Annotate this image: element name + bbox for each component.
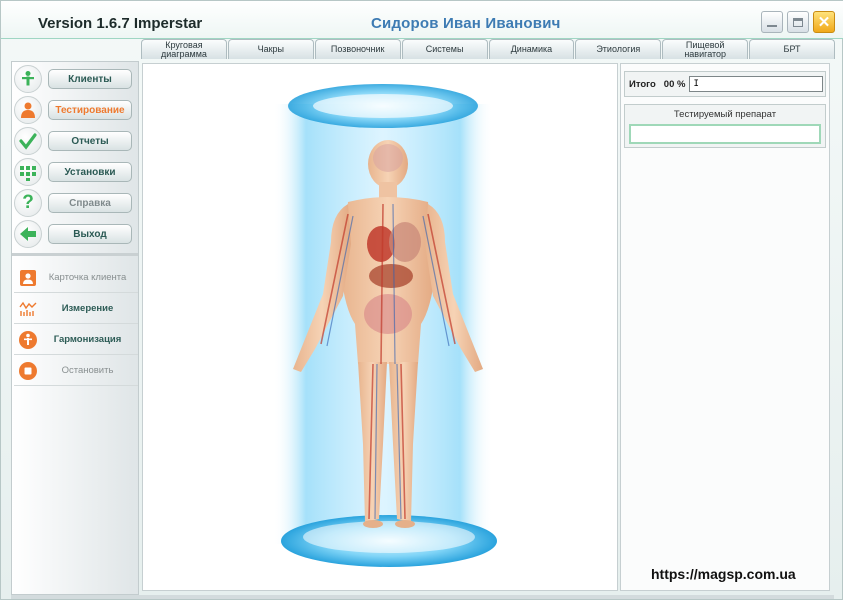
checkmark-icon [14, 127, 42, 155]
nav-row-help: ? Справка [14, 188, 138, 218]
nav-row-testing: Тестирование [14, 95, 138, 125]
action-measurement[interactable]: Измерение [14, 294, 138, 324]
app-version: Version 1.6.7 Imperstar [38, 15, 203, 32]
tab-circular-diagram[interactable]: Круговая диаграмма [141, 39, 227, 59]
app-window: Version 1.6.7 Imperstar Сидоров Иван Ива… [0, 0, 843, 600]
clients-button[interactable]: Клиенты [48, 69, 132, 89]
total-field[interactable]: I [689, 76, 824, 92]
tested-drug-label: Тестируемый препарат [673, 109, 777, 120]
client-card-icon [19, 269, 37, 287]
settings-button[interactable]: Установки [48, 162, 132, 182]
total-percent: 00 % [663, 78, 686, 90]
measurement-icon [19, 300, 37, 318]
left-sidebar: Клиенты Тестирование Отчеты Установки ? … [11, 61, 139, 595]
right-panel: Итого 00 % I Тестируемый препарат [620, 63, 830, 591]
minimize-button[interactable] [761, 11, 783, 33]
tab-dynamics[interactable]: Динамика [488, 39, 575, 59]
tested-drug-field[interactable] [629, 124, 821, 144]
arrow-left-icon [14, 220, 42, 248]
action-client-card[interactable]: Карточка клиента [14, 263, 138, 293]
action-stop[interactable]: Остановить [14, 356, 138, 386]
tab-brt[interactable]: БРТ [749, 39, 835, 59]
reports-button[interactable]: Отчеты [48, 131, 132, 151]
exit-button[interactable]: Выход [48, 224, 132, 244]
watermark-url: https://magsp.com.ua [651, 566, 796, 582]
patient-name: Сидоров Иван Иванович [371, 15, 561, 32]
testing-button[interactable]: Тестирование [48, 100, 132, 120]
title-bar: Version 1.6.7 Imperstar Сидоров Иван Ива… [1, 1, 843, 39]
sidebar-divider [12, 253, 138, 256]
tab-systems[interactable]: Системы [401, 39, 488, 59]
harmonize-icon [19, 330, 37, 349]
harmonization-label: Гармонизация [53, 334, 122, 345]
client-card-label: Карточка клиента [48, 272, 127, 283]
nav-row-clients: Клиенты [14, 64, 138, 94]
restore-icon [793, 17, 803, 27]
measurement-label: Измерение [61, 303, 114, 314]
total-row: Итого 00 % I [624, 71, 826, 97]
tested-drug-box: Тестируемый препарат [624, 104, 826, 148]
nav-row-settings: Установки [14, 157, 138, 187]
person-icon [14, 65, 42, 93]
user-test-icon [14, 96, 42, 124]
close-button[interactable]: ✕ [813, 11, 835, 33]
nav-row-reports: Отчеты [14, 126, 138, 156]
grid-settings-icon [14, 158, 42, 186]
question-icon: ? [14, 189, 42, 217]
total-label: Итого [629, 78, 656, 90]
stop-icon [19, 361, 37, 380]
bottom-strip [11, 595, 834, 599]
body-scan-illustration [273, 84, 497, 567]
nav-row-exit: Выход [14, 219, 138, 249]
help-button[interactable]: Справка [48, 193, 132, 213]
tab-food-navigator[interactable]: Пищевой навигатор [662, 39, 749, 59]
action-harmonization[interactable]: Гармонизация [14, 325, 138, 355]
minimize-icon [767, 25, 777, 27]
tab-spine[interactable]: Позвоночник [314, 39, 401, 59]
tab-chakras[interactable]: Чакры [227, 39, 314, 59]
tab-bar: Круговая диаграмма Чакры Позвоночник Сис… [141, 39, 835, 59]
close-icon: ✕ [817, 13, 831, 31]
body-scan-viewer [142, 63, 618, 591]
maximize-button[interactable] [787, 11, 809, 33]
tab-etiology[interactable]: Этиология [575, 39, 662, 59]
stop-label: Остановить [61, 365, 114, 376]
